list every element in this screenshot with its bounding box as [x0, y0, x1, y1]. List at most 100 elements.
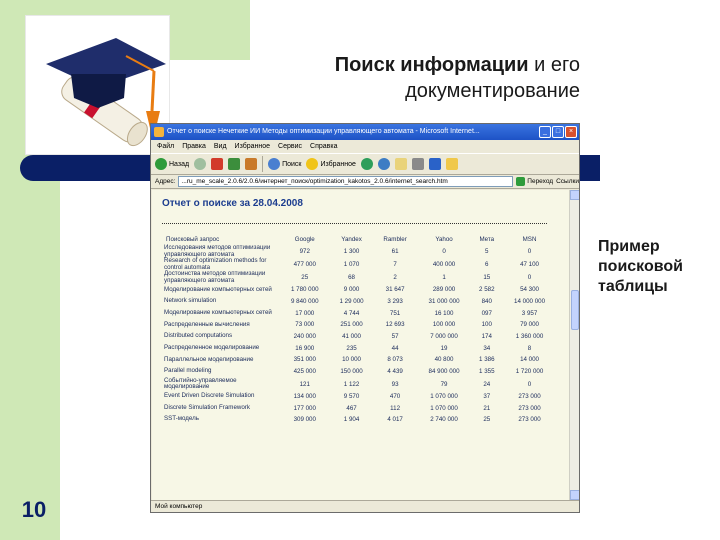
count-cell: 6: [485, 261, 489, 268]
folder-icon[interactable]: [445, 158, 458, 170]
menu-file[interactable]: Файл: [157, 140, 174, 153]
count-cell: 273 000: [518, 404, 541, 412]
forward-arrow-icon[interactable]: [194, 158, 207, 170]
count-cell: 79: [440, 380, 448, 388]
vertical-scrollbar[interactable]: [569, 190, 579, 500]
search-button[interactable]: Поиск: [268, 158, 301, 170]
count-cell: 251 000: [340, 321, 363, 329]
query-cell: Моделирование компьютерных сетей: [164, 308, 272, 316]
go-button[interactable]: Переход: [516, 177, 553, 186]
slide-title-bold: Поиск информации: [334, 54, 529, 76]
history-icon[interactable]: [377, 158, 390, 170]
count-cell: 1 29 000: [339, 298, 364, 306]
scroll-down-icon[interactable]: [570, 490, 579, 500]
count-cell: 24: [483, 380, 491, 388]
count-cell: 54 300: [520, 286, 539, 294]
count-cell: 40 800: [434, 356, 454, 364]
col-header: Rambler: [383, 236, 407, 243]
count-cell: 097: [481, 309, 492, 317]
table-row: Network simulation 9 840 000 1 29 000 3 293…: [162, 296, 557, 308]
count-cell: 37: [483, 392, 491, 400]
count-cell: 4 017: [387, 416, 403, 424]
count-cell: 235: [346, 344, 357, 352]
menu-help[interactable]: Справка: [310, 140, 337, 153]
count-cell: 425 000: [293, 368, 316, 376]
browser-window: Отчет о поиске Нечеткие ИИ Методы оптими…: [150, 123, 580, 513]
count-cell: 112: [390, 404, 401, 412]
side-caption-line: таблицы: [598, 278, 668, 295]
count-cell: 470: [389, 392, 401, 400]
table-row: Распределенное моделирование 16 900 235 44 1…: [162, 342, 557, 354]
menu-tools[interactable]: Сервис: [278, 140, 302, 153]
count-cell: 174: [481, 333, 492, 341]
query-cell: Event Driven Discrete Simulation: [164, 392, 255, 400]
search-results-table: Поисковый запрос Google Yandex Rambler Y…: [162, 234, 557, 426]
query-cell: Распределенное моделирование: [164, 344, 260, 352]
table-row: Распределенные вычисления 73 000 251 000 12…: [162, 319, 557, 331]
media-icon[interactable]: [360, 158, 373, 170]
count-cell: 84 900 000: [428, 368, 460, 376]
count-cell: 100: [481, 321, 492, 329]
count-cell: 1 355: [479, 368, 495, 376]
edit-icon[interactable]: [428, 158, 441, 170]
address-input[interactable]: ...ru_me_scale_2.0.6/2.0.6/интернет_поис…: [178, 176, 514, 187]
count-cell: 16 900: [295, 344, 315, 352]
address-bar: Адрес: ...ru_me_scale_2.0.6/2.0.6/интерн…: [151, 175, 579, 189]
count-cell: 12 693: [385, 321, 405, 329]
table-row: Событийно-управляемое моделирование 121 1 …: [162, 377, 557, 391]
close-button[interactable]: ×: [565, 126, 577, 138]
count-cell: 5: [485, 248, 489, 255]
mail-icon[interactable]: [394, 158, 407, 170]
address-label: Адрес:: [155, 178, 176, 185]
count-cell: 1 904: [343, 416, 360, 424]
count-cell: 17 000: [295, 309, 315, 317]
query-cell: Распределенные вычисления: [164, 320, 250, 328]
col-header: Yandex: [341, 236, 362, 243]
table-row: SST-модель 309 000 1 904 4 017 2 740 000 25 27…: [162, 414, 557, 426]
count-cell: 477 000: [293, 261, 316, 268]
slide-title-rest: и его: [528, 54, 580, 76]
refresh-icon[interactable]: [228, 158, 241, 170]
minimize-button[interactable]: _: [539, 126, 551, 138]
count-cell: 4 744: [343, 309, 360, 317]
count-cell: 400 000: [432, 261, 456, 268]
go-label: Переход: [527, 178, 554, 185]
count-cell: 273 000: [518, 392, 541, 400]
count-cell: 25: [301, 274, 309, 281]
back-button[interactable]: Назад: [155, 158, 189, 170]
count-cell: 14 000: [520, 356, 539, 364]
table-row: Параллельное моделирование 351 000 10 000 8…: [162, 354, 557, 366]
table-row: Event Driven Discrete Simulation 134 000 9…: [162, 391, 557, 403]
favorites-button[interactable]: Избранное: [306, 158, 356, 170]
menu-edit[interactable]: Правка: [182, 140, 206, 153]
links-button[interactable]: Ссылки: [556, 178, 579, 185]
home-icon[interactable]: [245, 158, 258, 170]
query-cell: Parallel modeling: [164, 367, 212, 375]
stop-icon[interactable]: [211, 158, 224, 170]
maximize-button[interactable]: □: [552, 126, 564, 138]
menu-favorites[interactable]: Избранное: [235, 140, 270, 153]
print-icon[interactable]: [411, 158, 424, 170]
table-body: Исследования методов оптимизации управля…: [162, 244, 557, 426]
slide-number: 10: [21, 497, 47, 522]
count-cell: 41 000: [342, 333, 362, 341]
scroll-thumb[interactable]: [571, 290, 579, 330]
count-cell: 79 000: [520, 321, 539, 329]
table-row: Моделирование компьютерных сетей 1 780 00…: [162, 284, 557, 296]
query-cell: SST-модель: [164, 415, 199, 423]
count-cell: 972: [299, 248, 310, 255]
count-cell: 68: [348, 274, 355, 281]
scroll-up-icon[interactable]: [570, 190, 579, 200]
count-cell: 1: [442, 274, 446, 281]
window-controls: _ □ ×: [539, 126, 577, 138]
menu-view[interactable]: Вид: [214, 140, 227, 153]
count-cell: 289 000: [432, 286, 456, 294]
count-cell: 31 000 000: [428, 298, 460, 306]
count-cell: 1 360 000: [515, 333, 544, 341]
count-cell: 1 720 000: [515, 368, 544, 376]
count-cell: 0: [442, 248, 446, 255]
toolbar: Назад Поиск Избранное: [151, 153, 579, 175]
count-cell: 273 000: [518, 416, 541, 424]
report-title: Отчет о поиске за 28.04.2008: [162, 198, 303, 209]
count-cell: 25: [483, 416, 491, 424]
